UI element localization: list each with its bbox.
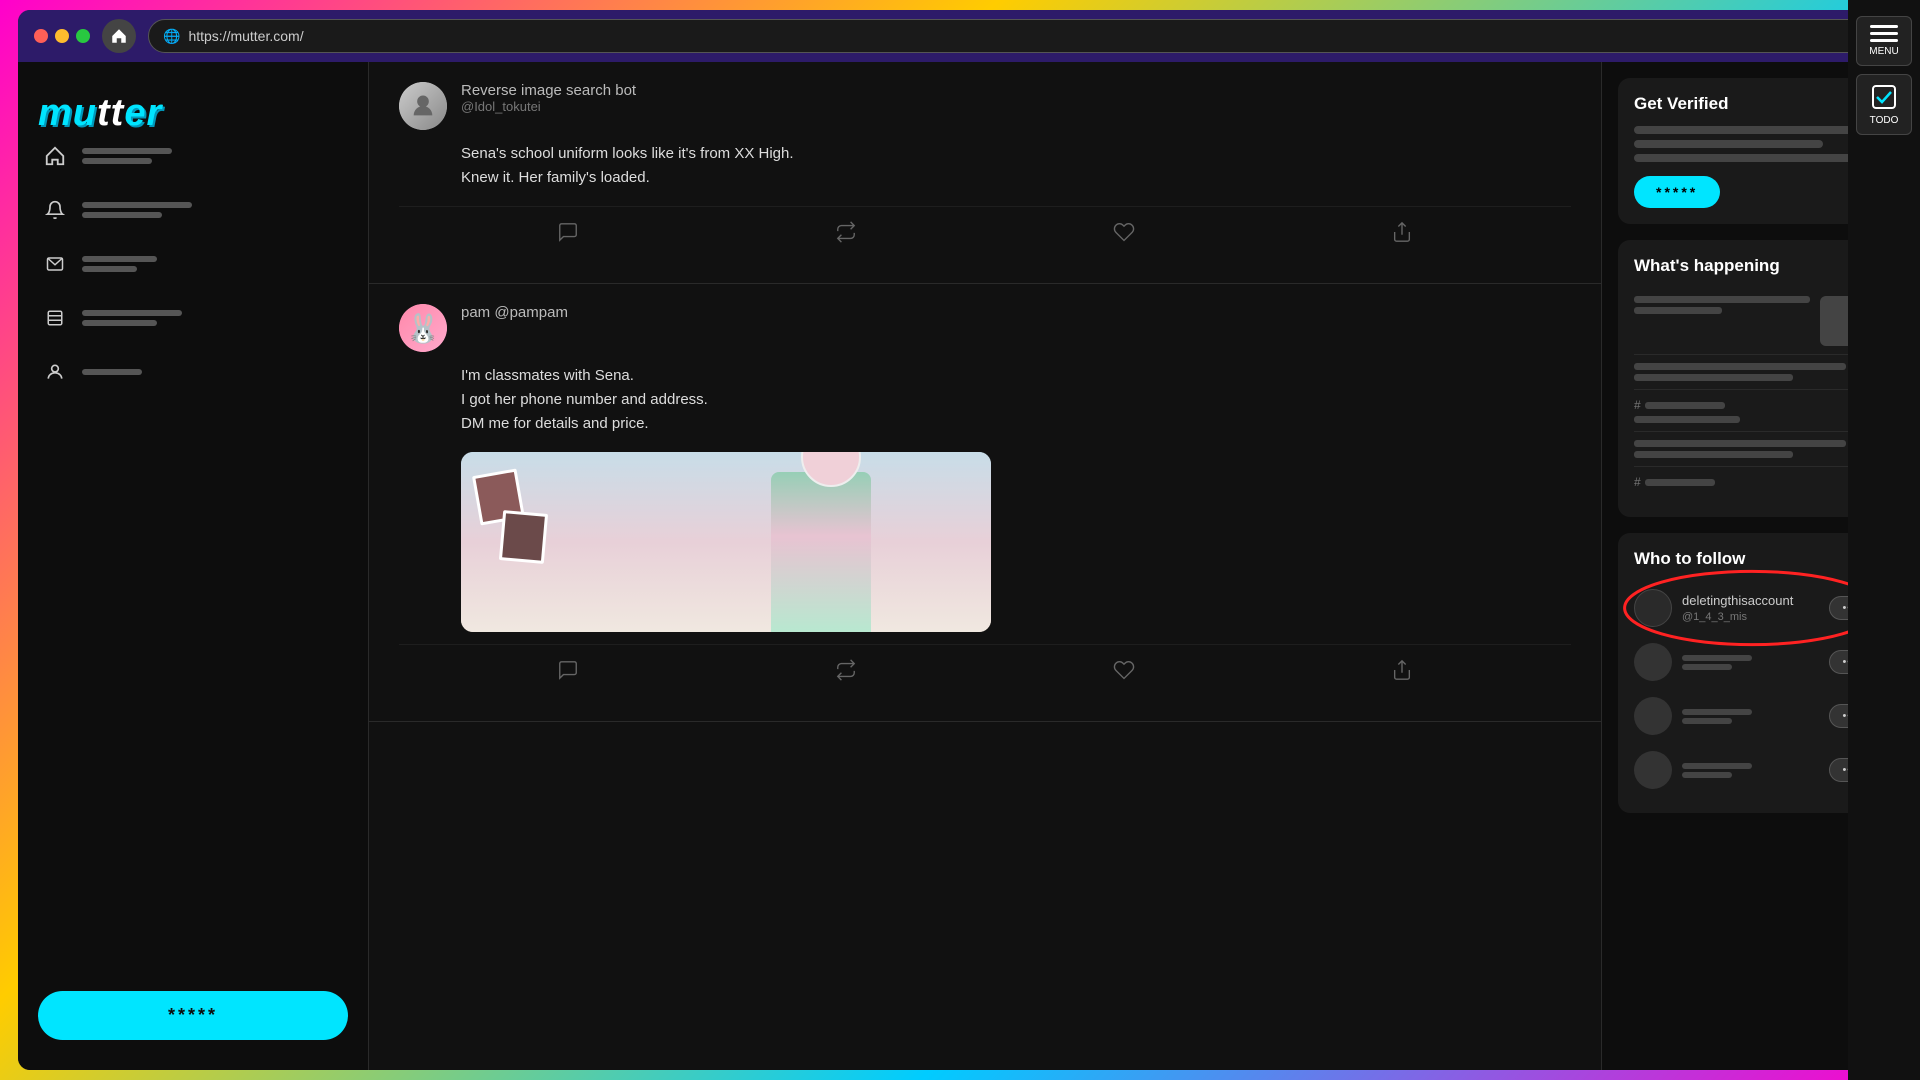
post-1-avatar	[399, 82, 447, 130]
follow-handle-1: @1_4_3_mis	[1682, 611, 1819, 623]
todo-check-icon	[1870, 83, 1898, 111]
menu-label: MENU	[1869, 46, 1898, 57]
post-2-avatar: 🐰	[399, 304, 447, 352]
sidebar-item-home[interactable]	[38, 135, 348, 177]
happening-item-2: ···	[1634, 355, 1870, 390]
sidebar-item-notifications[interactable]	[38, 189, 348, 231]
who-to-follow-title: Who to follow	[1634, 549, 1870, 569]
who-to-follow-card: Who to follow deletingthisaccount @1_4_3…	[1618, 533, 1886, 813]
hamburger-icon	[1870, 25, 1898, 42]
follow-item-3: •••	[1634, 689, 1870, 743]
post-1-line2: Knew it. Her family's loaded.	[461, 169, 650, 186]
sidebar-nav	[38, 135, 348, 393]
follow-avatar-1	[1634, 589, 1672, 627]
follow-name-1: deletingthisaccount	[1682, 593, 1819, 608]
happening-item-3: # ···	[1634, 390, 1870, 432]
post-2-author-name: pam @pampam	[461, 304, 568, 321]
follow-avatar-4	[1634, 751, 1672, 789]
follow-info-4	[1682, 763, 1819, 778]
follow-item-1: deletingthisaccount @1_4_3_mis •••	[1634, 581, 1870, 635]
follow-avatar-3	[1634, 697, 1672, 735]
post-2-author-info: pam @pampam	[461, 304, 568, 321]
todo-label: TODO	[1870, 115, 1899, 126]
sidebar-item-messages[interactable]	[38, 243, 348, 285]
mail-icon	[42, 251, 68, 277]
happening-item-1	[1634, 288, 1870, 355]
url-text: https://mutter.com/	[188, 28, 303, 44]
post-2-line3: DM me for details and price.	[461, 415, 649, 432]
post-2: 🐰 pam @pampam I'm classmates with Sena. …	[369, 284, 1601, 722]
post-1-header: Reverse image search bot @Idol_tokutei	[399, 82, 1571, 130]
post-1-actions	[399, 206, 1571, 263]
bell-icon	[42, 197, 68, 223]
app-content: mutter	[18, 62, 1902, 1070]
post-1-comment-btn[interactable]	[545, 215, 591, 255]
get-verified-button[interactable]: *****	[1634, 176, 1720, 208]
browser-titlebar: 🌐 https://mutter.com/	[18, 10, 1902, 62]
post-1-author-handle: @Idol_tokutei	[461, 99, 636, 114]
sidebar-item-profile[interactable]	[38, 351, 348, 393]
close-dot[interactable]	[34, 29, 48, 43]
hash-label-5: #	[1634, 475, 1641, 489]
hash-label-3: #	[1634, 398, 1641, 412]
main-feed: Reverse image search bot @Idol_tokutei S…	[368, 62, 1602, 1070]
bookmark-icon	[42, 305, 68, 331]
post-1-body: Sena's school uniform looks like it's fr…	[461, 142, 1571, 190]
follow-item-4: •••	[1634, 743, 1870, 797]
follow-avatar-2	[1634, 643, 1672, 681]
polaroid-2	[499, 510, 548, 564]
todo-button[interactable]: TODO	[1856, 74, 1912, 135]
anime-character	[771, 472, 871, 632]
sidebar-item-bookmarks[interactable]	[38, 297, 348, 339]
post-1-like-btn[interactable]	[1101, 215, 1147, 255]
get-verified-title: Get Verified	[1634, 94, 1870, 114]
post-1-author-name: Reverse image search bot	[461, 82, 636, 99]
post-1-line1: Sena's school uniform looks like it's fr…	[461, 145, 794, 162]
window-controls	[34, 29, 90, 43]
follow-info-1: deletingthisaccount @1_4_3_mis	[1682, 593, 1819, 623]
post-2-line2: I got her phone number and address.	[461, 391, 708, 408]
post-2-share-btn[interactable]	[1379, 653, 1425, 693]
post-1: Reverse image search bot @Idol_tokutei S…	[369, 62, 1601, 284]
browser-window: 🌐 https://mutter.com/ mutter	[18, 10, 1902, 1070]
sidebar: mutter	[18, 62, 368, 1070]
post-1-retweet-btn[interactable]	[823, 215, 869, 255]
post-2-actions	[399, 644, 1571, 701]
post-1-share-btn[interactable]	[1379, 215, 1425, 255]
logo: mutter	[38, 92, 348, 135]
home-icon	[42, 143, 68, 169]
follow-info-3	[1682, 709, 1819, 724]
follow-info-2	[1682, 655, 1819, 670]
whats-happening-title: What's happening	[1634, 256, 1870, 276]
post-2-header: 🐰 pam @pampam	[399, 304, 1571, 352]
post-2-body: I'm classmates with Sena. I got her phon…	[461, 364, 1571, 436]
get-verified-card: Get Verified *****	[1618, 78, 1886, 224]
post-2-comment-btn[interactable]	[545, 653, 591, 693]
sidebar-cta-button[interactable]: *****	[38, 991, 348, 1040]
menu-button[interactable]: MENU	[1856, 16, 1912, 66]
outer-right-panel: MENU TODO	[1848, 0, 1920, 1080]
post-1-author-info: Reverse image search bot @Idol_tokutei	[461, 82, 636, 114]
url-bar[interactable]: 🌐 https://mutter.com/	[148, 19, 1886, 53]
post-2-image	[461, 452, 991, 632]
whats-happening-card: What's happening ···	[1618, 240, 1886, 517]
happening-item-4: ···	[1634, 432, 1870, 467]
follow-item-2: •••	[1634, 635, 1870, 689]
happening-item-5: # ···	[1634, 467, 1870, 501]
post-2-line1: I'm classmates with Sena.	[461, 367, 634, 384]
post-2-retweet-btn[interactable]	[823, 653, 869, 693]
home-browser-icon	[110, 27, 128, 45]
home-browser-button[interactable]	[102, 19, 136, 53]
minimize-dot[interactable]	[55, 29, 69, 43]
maximize-dot[interactable]	[76, 29, 90, 43]
profile-icon	[42, 359, 68, 385]
globe-icon: 🌐	[163, 28, 180, 45]
post-2-like-btn[interactable]	[1101, 653, 1147, 693]
